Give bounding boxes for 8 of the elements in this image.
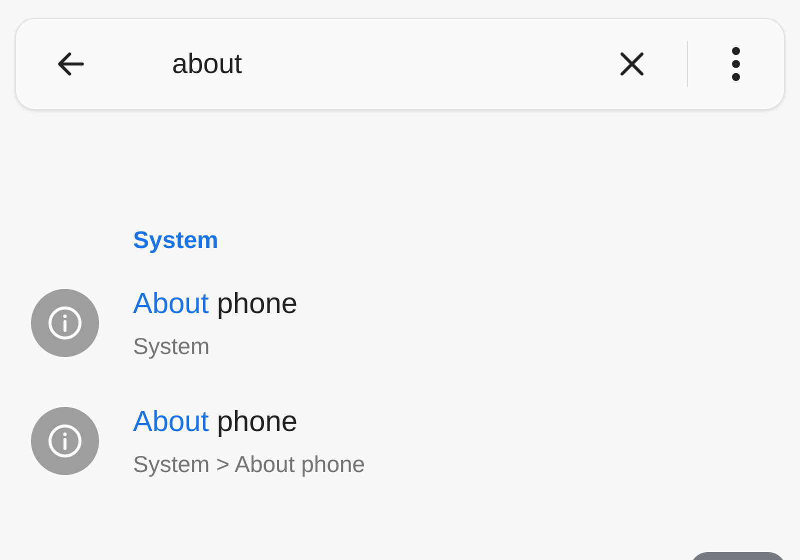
result-title: About phone <box>133 405 298 440</box>
result-title: About phone <box>133 287 298 322</box>
result-path: System <box>133 332 211 360</box>
result-path: System > About phone <box>133 450 366 478</box>
search-result[interactable]: About phone System <box>0 286 800 360</box>
section-header: System <box>133 227 218 254</box>
search-result[interactable]: About phone System > About phone <box>0 404 800 478</box>
search-query[interactable]: about <box>172 47 242 81</box>
